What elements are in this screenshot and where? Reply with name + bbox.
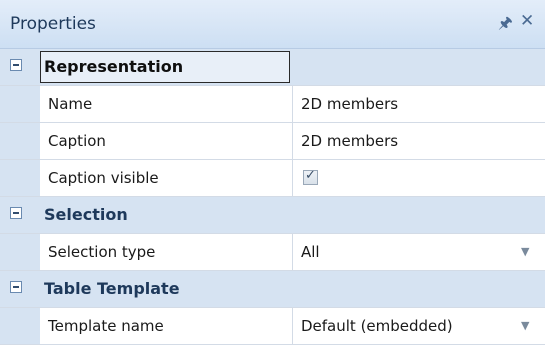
property-value-cell[interactable]: 2D members [293, 86, 545, 122]
category-label: Table Template [44, 279, 180, 298]
category-label: Selection [44, 205, 128, 224]
pin-icon[interactable]: 🖈 [498, 12, 513, 39]
property-name-cell: Name [40, 86, 293, 122]
collapse-icon[interactable] [10, 281, 22, 293]
property-row-selection-type[interactable]: Selection type All ▼ [0, 234, 545, 271]
row-gutter [0, 123, 40, 159]
property-value-cell[interactable]: 2D members [293, 123, 545, 159]
collapse-icon[interactable] [10, 59, 22, 71]
properties-panel: Properties 🖈 ✕ Representation Name 2D me… [0, 0, 545, 345]
collapse-icon[interactable] [10, 207, 22, 219]
dropdown-arrow-icon[interactable]: ▼ [521, 245, 529, 258]
property-row-caption[interactable]: Caption 2D members [0, 123, 545, 160]
property-name: Caption [48, 132, 106, 150]
property-value[interactable]: Default (embedded) [301, 317, 453, 335]
row-gutter [0, 308, 40, 344]
property-name-cell: Caption [40, 123, 293, 159]
property-row-name[interactable]: Name 2D members [0, 86, 545, 123]
panel-titlebar: Properties 🖈 ✕ [0, 0, 545, 49]
close-icon[interactable]: ✕ [520, 11, 534, 31]
property-name: Caption visible [48, 169, 159, 187]
property-row-caption-visible[interactable]: Caption visible ✓ [0, 160, 545, 197]
property-value[interactable]: All [301, 243, 320, 261]
property-value[interactable]: 2D members [301, 132, 398, 150]
property-name: Template name [48, 317, 164, 335]
property-row-template-name[interactable]: Template name Default (embedded) ▼ [0, 308, 545, 345]
category-representation[interactable]: Representation [0, 49, 545, 86]
property-value[interactable]: 2D members [301, 95, 398, 113]
property-name-cell: Template name [40, 308, 293, 344]
property-name-cell: Selection type [40, 234, 293, 270]
property-name: Selection type [48, 243, 156, 261]
caption-visible-checkbox[interactable]: ✓ [303, 168, 318, 185]
category-selection[interactable]: Selection [0, 197, 545, 234]
checkmark-icon: ✓ [305, 168, 316, 183]
row-gutter [0, 86, 40, 122]
row-gutter [0, 234, 40, 270]
property-name: Name [48, 95, 93, 113]
property-value-cell[interactable]: All ▼ [293, 234, 545, 270]
property-name-cell: Caption visible [40, 160, 293, 196]
property-value-cell[interactable]: Default (embedded) ▼ [293, 308, 545, 344]
dropdown-arrow-icon[interactable]: ▼ [521, 319, 529, 332]
category-label: Representation [44, 57, 184, 76]
panel-title: Properties [10, 14, 96, 34]
category-table-template[interactable]: Table Template [0, 271, 545, 308]
property-value-cell[interactable]: ✓ [293, 160, 545, 196]
row-gutter [0, 160, 40, 196]
